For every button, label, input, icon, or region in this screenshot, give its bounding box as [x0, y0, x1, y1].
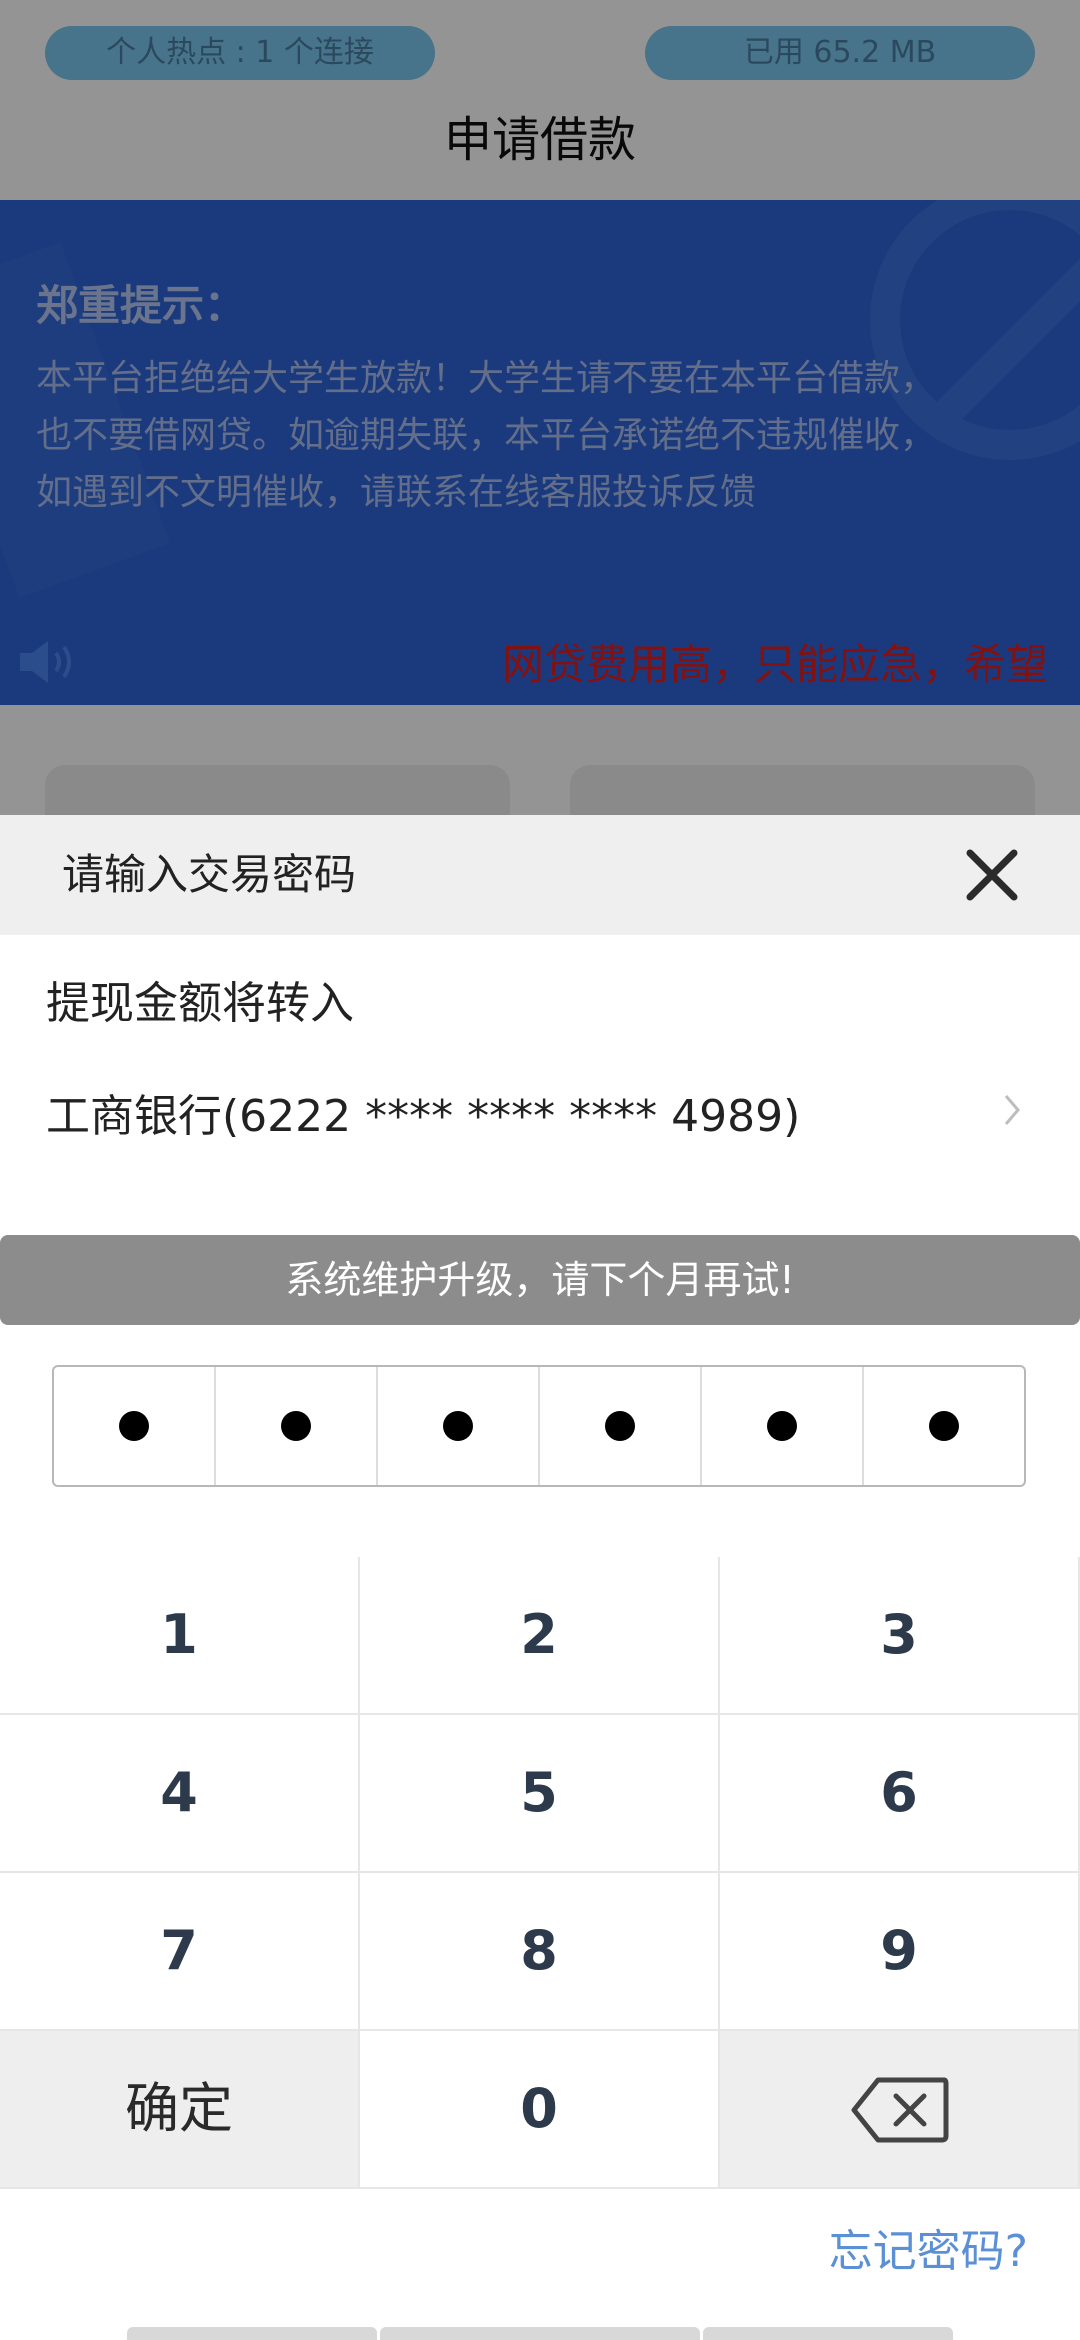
- key-3[interactable]: 3: [720, 1557, 1080, 1715]
- bottom-bar-segment: [380, 2327, 700, 2340]
- pin-dot: [443, 1411, 473, 1441]
- key-4[interactable]: 4: [0, 1715, 360, 1873]
- pin-cell: [540, 1367, 702, 1485]
- sheet-title: 请输入交易密码: [62, 850, 357, 899]
- key-8[interactable]: 8: [360, 1873, 720, 2031]
- chevron-right-icon: [1004, 1095, 1020, 1125]
- confirm-button[interactable]: 确定: [0, 2031, 360, 2189]
- pin-dot: [767, 1411, 797, 1441]
- pin-dot: [119, 1411, 149, 1441]
- background-page: 个人热点 : 1 个连接 已用 65.2 MB 申请借款 郑重提示： 本平台拒绝…: [0, 0, 1080, 815]
- key-6[interactable]: 6: [720, 1715, 1080, 1873]
- key-1[interactable]: 1: [0, 1557, 360, 1715]
- numeric-keypad: 1 2 3 4 5 6 7 8 9 确定 0: [0, 1557, 1080, 2189]
- transfer-label: 提现金额将转入: [46, 978, 354, 1029]
- pin-dot: [605, 1411, 635, 1441]
- key-5[interactable]: 5: [360, 1715, 720, 1873]
- pin-cell: [54, 1367, 216, 1485]
- password-sheet: 请输入交易密码 提现金额将转入 工商银行(6222 **** **** ****…: [0, 815, 1080, 2340]
- close-icon[interactable]: [960, 843, 1024, 907]
- pin-cell: [864, 1367, 1024, 1485]
- pin-dot: [929, 1411, 959, 1441]
- bottom-bar-segment: [703, 2327, 953, 2340]
- pin-cell: [216, 1367, 378, 1485]
- modal-overlay[interactable]: [0, 0, 1080, 815]
- key-7[interactable]: 7: [0, 1873, 360, 2031]
- pin-cell: [702, 1367, 864, 1485]
- warning-text: 系统维护升级，请下个月再试!: [285, 1258, 795, 1302]
- key-2[interactable]: 2: [360, 1557, 720, 1715]
- bottom-bar-segment: [127, 2327, 377, 2340]
- bank-account-text: 工商银行(6222 **** **** **** 4989): [46, 1091, 801, 1142]
- password-input[interactable]: [52, 1365, 1026, 1487]
- forgot-password-link[interactable]: 忘记密码?: [829, 2215, 1028, 2279]
- backspace-button[interactable]: [720, 2031, 1080, 2189]
- key-0[interactable]: 0: [360, 2031, 720, 2189]
- backspace-icon: [851, 2077, 949, 2143]
- sheet-header: 请输入交易密码: [0, 815, 1080, 935]
- pin-cell: [378, 1367, 540, 1485]
- pin-dot: [281, 1411, 311, 1441]
- key-9[interactable]: 9: [720, 1873, 1080, 2031]
- maintenance-warning: 系统维护升级，请下个月再试!: [0, 1235, 1080, 1325]
- bank-account-selector[interactable]: 工商银行(6222 **** **** **** 4989): [0, 1065, 1080, 1155]
